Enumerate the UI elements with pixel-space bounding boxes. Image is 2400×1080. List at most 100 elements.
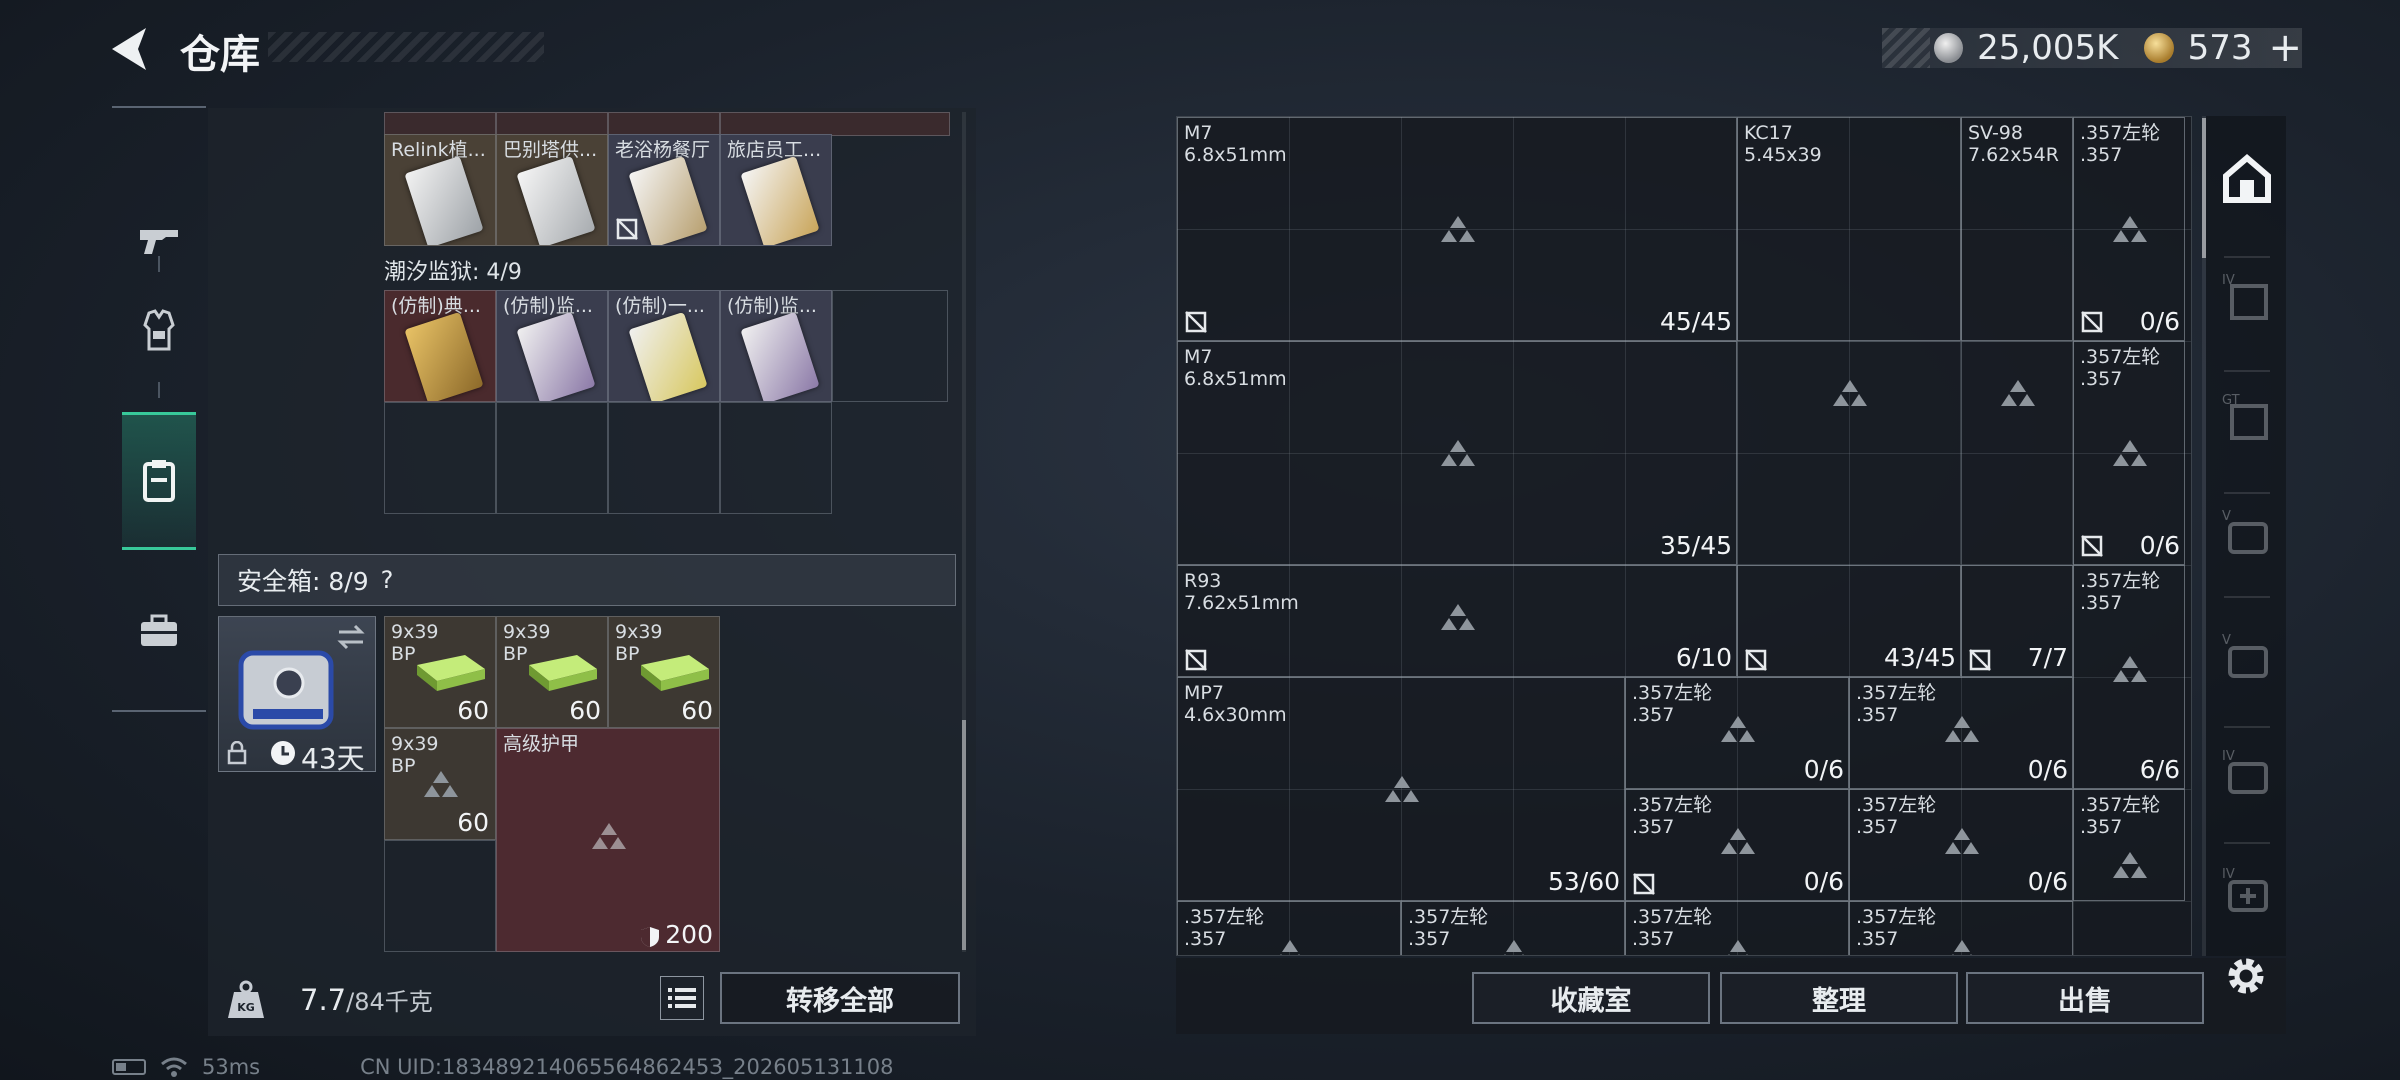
ammo-count: 6/10 [1675,643,1732,672]
weapon-slot-357-i[interactable]: .357左轮 .357 [1177,901,1401,955]
grid-cell[interactable] [384,402,496,514]
item-slot[interactable]: 43/45 [1737,565,1961,677]
prison-section-label: 潮汐监狱: 4/9 [384,260,522,285]
weapon-name: .357左轮 [1632,794,1713,816]
storage-scrollbar-thumb[interactable] [962,720,966,950]
sidebar-divider [2224,370,2270,372]
grid-cell[interactable] [496,112,608,136]
back-button[interactable] [108,24,152,74]
transfer-all-button[interactable]: 转移全部 [720,972,960,1024]
weapon-slot-357-f[interactable]: .357左轮 .357 0/6 [1625,789,1849,901]
weapon-slot-sv98[interactable]: SV-98 7.62x54R [1961,117,2073,341]
filter-tier-iv-b[interactable]: IV [2220,746,2274,800]
item-label: (仿制)监... [727,295,817,317]
item-cell[interactable]: 巴别塔供... [496,134,608,246]
add-currency-button[interactable]: + [2268,25,2302,71]
empty-slot[interactable] [1961,341,2073,565]
backpack-filter-icon: V [2222,509,2268,554]
weapon-slot-357-e[interactable]: .357左轮 .357 0/6 [1849,677,2073,789]
sidebar-tab-equipment[interactable] [122,276,196,386]
ammo-cell[interactable]: 9x39 BP 60 [496,616,608,728]
sidebar-divider [112,710,206,712]
weapon-slot-m7-a[interactable]: M7 6.8x51mm 45/45 [1177,117,1737,341]
armor-cell[interactable]: 高级护甲 200 [496,728,720,952]
item-cell[interactable]: 旅店员工... [720,134,832,246]
slot-label: .357左轮 .357 [1632,906,1712,950]
weapon-slot-357-c[interactable]: .357左轮 .357 6/6 [2073,565,2185,789]
battery-icon [112,1059,146,1075]
grid-cell[interactable] [720,402,832,514]
sell-button[interactable]: 出售 [1966,972,2204,1024]
grid-cell[interactable] [496,402,608,514]
weapon-slot-357-l[interactable]: .357左轮 .357 [1849,901,2073,955]
sidebar-divider [2224,256,2270,258]
item-slot[interactable]: 7/7 [1961,565,2073,677]
filter-tier-gt[interactable]: GT [2220,390,2274,444]
ammo-count: 53/60 [1547,867,1620,896]
grid-cell[interactable] [384,840,496,952]
sidebar-tab-toolbox[interactable] [122,576,196,686]
card-icon [516,311,596,401]
weapon-slot-357-j[interactable]: .357左轮 .357 [1401,901,1625,955]
ammo-count: 0/6 [1803,867,1844,896]
grid-cell[interactable] [608,112,720,136]
weapon-slot-357-g[interactable]: .357左轮 .357 0/6 [1849,789,2073,901]
filter-tier-iv-a[interactable]: IV [2220,270,2274,324]
filter-tier-v-a[interactable]: V [2220,506,2274,560]
slot-label: SV-98 7.62x54R [1968,122,2059,166]
sort-button[interactable]: 整理 [1720,972,1958,1024]
weapon-slot-357-k[interactable]: .357左轮 .357 [1625,901,1849,955]
lock-icon [227,741,247,765]
ammo-cell[interactable]: 9x39 BP 60 [384,616,496,728]
item-cell[interactable]: 老浴杨餐厅 [608,134,720,246]
weapon-name: .357左轮 [2080,794,2161,816]
list-icon [668,988,696,1008]
item-cell[interactable]: (仿制)监... [496,290,608,402]
filter-tier-v-b[interactable]: V [2220,630,2274,684]
weapon-name: M7 [1184,122,1213,144]
weapon-name: .357左轮 [1408,906,1489,928]
slot-label: M7 6.8x51mm [1184,122,1287,166]
caliber: 7.62x51mm [1184,592,1299,614]
collection-room-button[interactable]: 收藏室 [1472,972,1710,1024]
weapon-slot-357-d[interactable]: .357左轮 .357 0/6 [1625,677,1849,789]
ammo-cell[interactable]: 9x39 BP 60 [384,728,496,840]
list-view-button[interactable] [660,976,704,1020]
status-bar: 53ms CN UID:18348921406556486245З_202605… [112,1054,894,1080]
item-cell[interactable]: (仿制)一... [608,290,720,402]
grid-cell[interactable] [720,112,950,136]
grid-cell[interactable] [832,290,948,402]
slot-label: MP7 4.6x30mm [1184,682,1287,726]
help-icon[interactable]: ? [381,566,394,594]
sidebar-tab-storage[interactable] [122,412,196,550]
item-label: Relink植... [391,139,486,161]
empty-slot[interactable] [1737,341,1961,565]
ammo-count: 0/6 [2139,531,2180,560]
weapon-slot-r93[interactable]: R93 7.62x51mm 6/10 [1177,565,1737,677]
item-cell[interactable]: Relink植... [384,134,496,246]
weapon-slot-mp7[interactable]: MP7 4.6x30mm 53/60 [1177,677,1625,901]
armor-label: 高级护甲 [503,733,580,755]
item-cell[interactable]: (仿制)监... [720,290,832,402]
ammo-count: 0/6 [2027,867,2068,896]
sidebar-divider [2224,492,2270,494]
grid-cell[interactable] [608,402,720,514]
weapon-slot-m7-b[interactable]: M7 6.8x51mm 35/45 [1177,341,1737,565]
swap-icon[interactable] [335,623,367,651]
gun-icon [140,230,178,254]
filter-home[interactable] [2220,152,2274,206]
item-cell[interactable]: (仿制)典... [384,290,496,402]
settings-gear-icon[interactable] [2222,952,2270,1000]
weapon-slot-357-a[interactable]: .357左轮 .357 0/6 [2073,117,2185,341]
sidebar-divider [112,106,206,108]
filter-tier-iv-c[interactable]: IV [2220,864,2274,918]
ammo-cell[interactable]: 9x39 BP 60 [608,616,720,728]
weapon-slot-kc17[interactable]: KC17 5.45x39 [1737,117,1961,341]
weapon-slot-357-b[interactable]: .357左轮 .357 0/6 [2073,341,2185,565]
grid-cell[interactable] [384,112,496,136]
caliber: 6.8x51mm [1184,368,1287,390]
caliber: .357 [1632,928,1675,950]
safebox-slot[interactable]: 43天 [218,616,376,775]
card-icon [740,311,820,401]
weapon-slot-357-h[interactable]: .357左轮 .357 [2073,789,2185,901]
